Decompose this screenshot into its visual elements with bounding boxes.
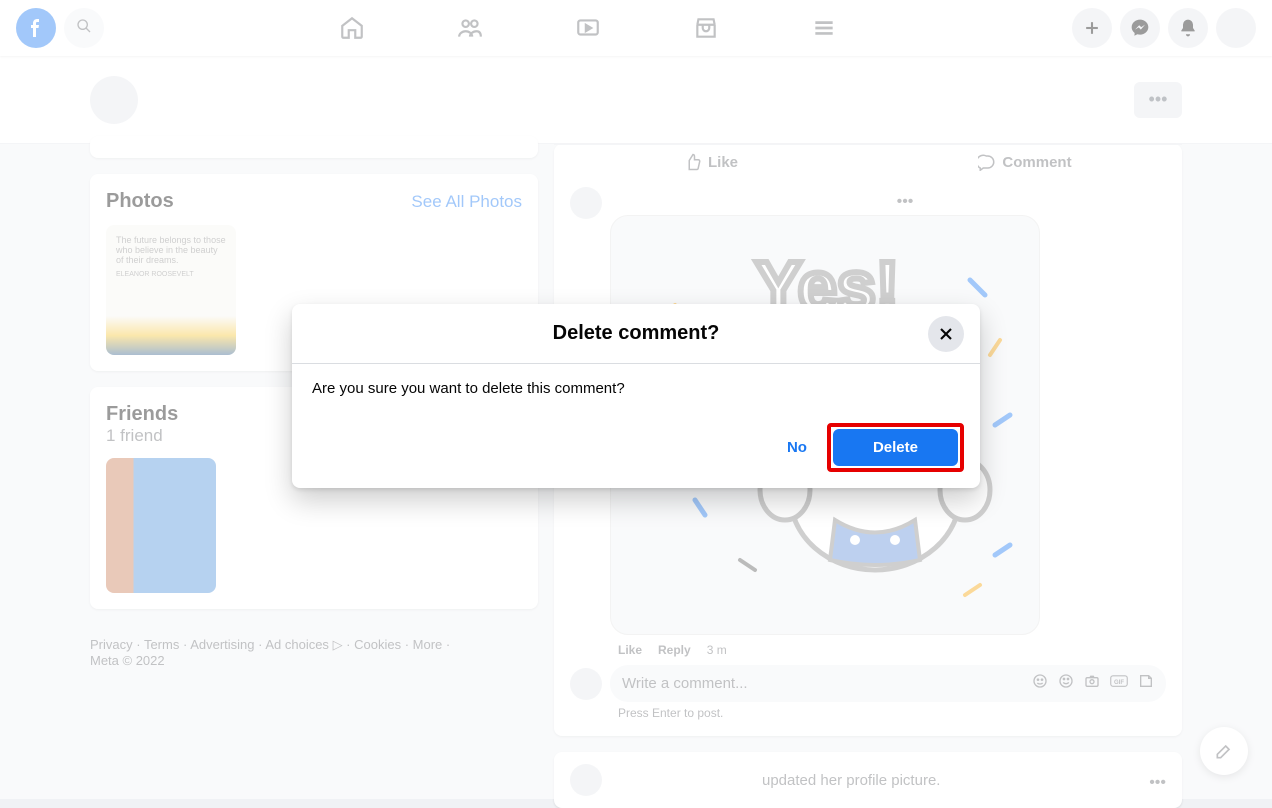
delete-comment-modal: Delete comment? Are you sure you want to…: [292, 304, 980, 488]
no-button[interactable]: No: [775, 431, 819, 464]
delete-highlight: Delete: [827, 423, 964, 472]
delete-button[interactable]: Delete: [833, 429, 958, 466]
modal-title: Delete comment?: [352, 322, 920, 345]
modal-body: Are you sure you want to delete this com…: [292, 364, 980, 413]
modal-close-button[interactable]: [928, 316, 964, 352]
